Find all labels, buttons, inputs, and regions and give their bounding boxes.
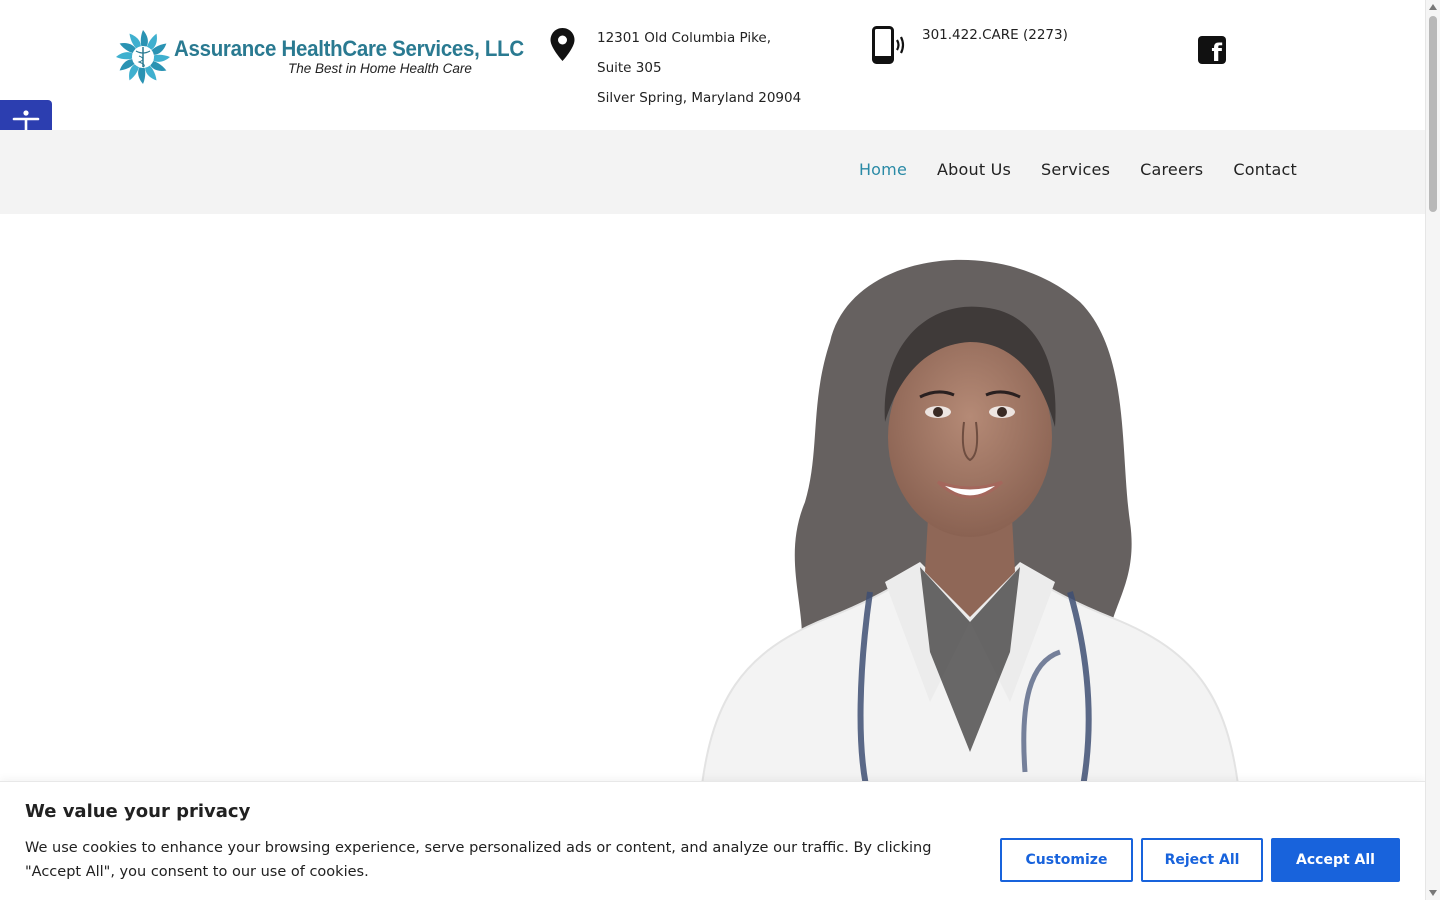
reject-all-button[interactable]: Reject All <box>1141 838 1263 882</box>
accessibility-icon[interactable] <box>0 100 52 130</box>
nav-item-home[interactable]: Home <box>859 160 907 179</box>
scrollbar-thumb[interactable] <box>1429 16 1437 212</box>
page-scrollbar[interactable] <box>1425 0 1440 900</box>
scroll-up-arrow-icon[interactable] <box>1429 4 1437 10</box>
cookie-banner-text: We use cookies to enhance your browsing … <box>25 840 932 880</box>
nav-item-careers[interactable]: Careers <box>1140 160 1203 179</box>
cookie-consent-banner: We value your privacy We use cookies to … <box>0 781 1425 900</box>
accept-all-button[interactable]: Accept All <box>1271 838 1400 882</box>
facebook-icon[interactable]: f <box>1198 36 1226 65</box>
caduceus-logo-icon <box>114 28 172 86</box>
logo-tagline: The Best in Home Health Care <box>288 61 472 76</box>
nav-item-contact[interactable]: Contact <box>1233 160 1297 179</box>
phone-number[interactable]: 301.422.CARE (2273) <box>922 23 1068 47</box>
address-block: 12301 Old Columbia Pike, Suite 305 Silve… <box>597 23 801 113</box>
address-line-1: 12301 Old Columbia Pike, <box>597 30 772 46</box>
logo-name: Assurance HealthCare Services, LLC <box>174 36 524 61</box>
main-navigation: Home About Us Services Careers Contact <box>0 130 1425 214</box>
address-line-2: Suite 305 <box>597 60 662 76</box>
scroll-down-arrow-icon[interactable] <box>1429 890 1437 896</box>
nav-item-services[interactable]: Services <box>1041 160 1110 179</box>
cookie-banner-title: We value your privacy <box>25 801 251 822</box>
address-line-3: Silver Spring, Maryland 20904 <box>597 90 802 106</box>
customize-button[interactable]: Customize <box>1000 838 1133 882</box>
nav-item-about-us[interactable]: About Us <box>937 160 1011 179</box>
site-logo[interactable]: Assurance HealthCare Services, LLC The B… <box>114 28 524 86</box>
map-marker-icon <box>549 27 576 63</box>
mobile-phone-icon <box>871 26 907 64</box>
doctor-portrait-image <box>698 259 1242 802</box>
site-header: Assurance HealthCare Services, LLC The B… <box>0 0 1425 130</box>
